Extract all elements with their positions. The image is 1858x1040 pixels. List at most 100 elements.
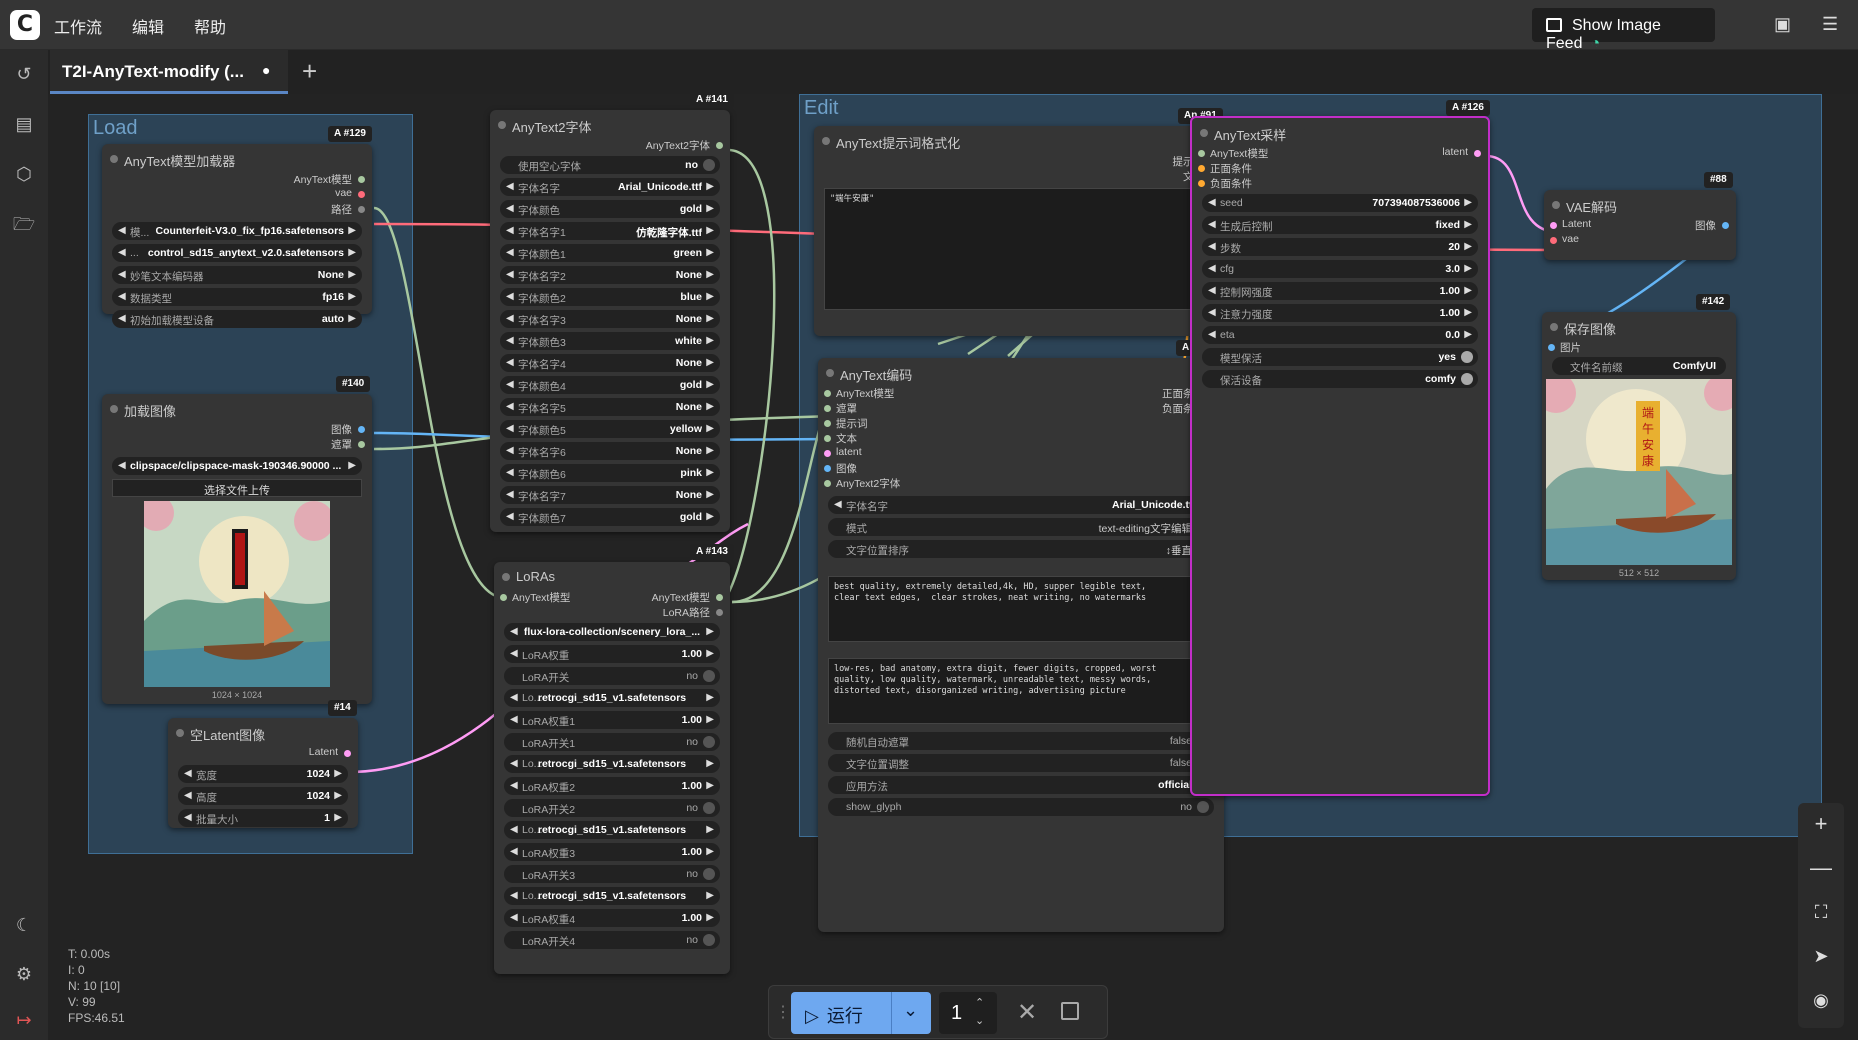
slot-dot-icon[interactable]	[358, 191, 365, 198]
node-title[interactable]: AnyText采样	[1192, 118, 1488, 146]
input-slot[interactable]: 遮罩	[818, 401, 1018, 416]
upload-button[interactable]: 选择文件上传	[112, 479, 362, 497]
node-save-image[interactable]: #142 保存图像 图片 文件名前缀 ComfyUI 端 午 安 康 512 × …	[1536, 294, 1740, 580]
node-title[interactable]: AnyText提示词格式化	[814, 126, 1224, 154]
node-anytext-prompt-format[interactable]: An #91 AnyText提示词格式化 提示词 文本 "端午安康"	[814, 108, 1224, 336]
input-slot[interactable]: latent	[818, 446, 1018, 461]
output-slot[interactable]: 路径	[102, 202, 372, 217]
node-title[interactable]: AnyText模型加载器	[102, 144, 372, 172]
widget-lora-select[interactable]: Lo...retrocgi_sd15_v1.safetensors	[504, 755, 720, 773]
widget-font-6[interactable]: 字体名字3 None	[500, 310, 720, 328]
widget-lora-select[interactable]: Lo...retrocgi_sd15_v1.safetensors	[504, 821, 720, 839]
widget-sampler-toggle[interactable]: 模型保活 yes	[1202, 348, 1478, 366]
output-slot[interactable]: Latent	[168, 746, 358, 761]
widget-font-4[interactable]: 字体名字2 None	[500, 266, 720, 284]
widget-font-14[interactable]: 字体名字7 None	[500, 486, 720, 504]
widget-lora-weight[interactable]: LoRA权重2 1.00	[504, 777, 720, 795]
positive-prompt-textarea[interactable]: best quality, extremely detailed,4k, HD,…	[828, 576, 1214, 642]
negative-prompt-textarea[interactable]: low-res, bad anatomy, extra digit, fewer…	[828, 658, 1214, 724]
widget-lora-switch[interactable]: LoRA开关4 no	[504, 931, 720, 949]
slot-dot-icon[interactable]	[358, 206, 365, 213]
widget-lora-switch[interactable]: LoRA开关3 no	[504, 865, 720, 883]
graph-canvas[interactable]: Load Edit A #129 AnyText模型加载器 AnyText模型 …	[48, 94, 1858, 1040]
slot-dot-icon[interactable]	[824, 450, 831, 457]
history-icon[interactable]: ↺	[12, 62, 36, 86]
stop-icon[interactable]	[1061, 1002, 1079, 1020]
model-library-icon[interactable]: ⬡	[12, 162, 36, 186]
widget-sampler-toggle[interactable]: 保活设备 comfy	[1202, 370, 1478, 388]
widget-lora-switch[interactable]: LoRA开关 no	[504, 667, 720, 685]
widget-sampler[interactable]: seed 707394087536006	[1202, 194, 1478, 212]
widget-image-file[interactable]: clipspace/clipspace-mask-190346.90000 ..…	[112, 457, 362, 475]
chevron-down-icon[interactable]: ⌄	[903, 1000, 918, 1021]
select-mode-icon[interactable]: ➤	[1810, 945, 1832, 967]
widget-ckpt[interactable]: 模... Counterfeit-V3.0_fix_fp16.safetensor…	[112, 222, 362, 240]
widget-lora-switch[interactable]: LoRA开关2 no	[504, 799, 720, 817]
slot-dot-icon[interactable]	[344, 750, 351, 757]
slot-dot-icon[interactable]	[824, 465, 831, 472]
run-button[interactable]: ▷ 运行 ⌄	[791, 992, 931, 1034]
input-slot[interactable]: 正面条件	[1192, 161, 1342, 176]
widget-height[interactable]: 高度 1024	[178, 787, 348, 805]
widget-sampler[interactable]: 注意力强度 1.00	[1202, 304, 1478, 322]
input-slot[interactable]: AnyText模型	[494, 590, 570, 605]
widget-lora-select[interactable]: flux-lora-collection/scenery_lora_...	[504, 623, 720, 641]
input-slot[interactable]: vae	[1544, 233, 1736, 248]
widget-encode-toggle[interactable]: 应用方法 official	[828, 776, 1214, 794]
widget-font-0[interactable]: 字体名字 Arial_Unicode.ttf	[500, 178, 720, 196]
slot-dot-icon[interactable]	[716, 594, 723, 601]
slot-dot-icon[interactable]	[358, 426, 365, 433]
widget-font-8[interactable]: 字体名字4 None	[500, 354, 720, 372]
widget-dtype[interactable]: 数据类型 fp16	[112, 288, 362, 306]
node-title[interactable]: 加载图像	[102, 394, 372, 422]
new-tab-button[interactable]: +	[302, 56, 317, 87]
output-image[interactable]: 端 午 安 康	[1536, 373, 1740, 565]
node-empty-latent[interactable]: #14 空Latent图像 Latent 宽度 1024 高度 1024 批量大小 1	[168, 700, 358, 828]
slot-dot-icon[interactable]	[824, 405, 831, 412]
hamburger-menu-icon[interactable]: ☰	[1822, 14, 1838, 35]
cancel-icon[interactable]: ✕	[1017, 998, 1037, 1027]
widget-font-name[interactable]: 字体名字 Arial_Unicode.ttf	[828, 496, 1214, 514]
widget-lora-weight[interactable]: LoRA权重4 1.00	[504, 909, 720, 927]
zoom-out-icon[interactable]: —	[1810, 857, 1832, 879]
widget-lora-weight[interactable]: LoRA权重3 1.00	[504, 843, 720, 861]
slot-dot-icon[interactable]	[824, 390, 831, 397]
slot-dot-icon[interactable]	[716, 609, 723, 616]
output-slot[interactable]: LoRA路径	[494, 605, 730, 620]
widget-font-12[interactable]: 字体名字6 None	[500, 442, 720, 460]
widget-filename-prefix[interactable]: 文件名前缀 ComfyUI	[1552, 357, 1726, 375]
slot-dot-icon[interactable]	[1722, 222, 1729, 229]
comfy-logo[interactable]: C	[10, 10, 40, 40]
slot-dot-icon[interactable]	[716, 142, 723, 149]
slot-dot-icon[interactable]	[358, 176, 365, 183]
node-load-image[interactable]: #140 加载图像 图像 遮罩 clipspace/clipspace-mask…	[102, 376, 372, 704]
widget-sampler[interactable]: eta 0.0	[1202, 326, 1478, 344]
slot-dot-icon[interactable]	[1474, 150, 1481, 157]
widget-lora-weight[interactable]: LoRA权重1 1.00	[504, 711, 720, 729]
queue-icon[interactable]: ▤	[12, 112, 36, 136]
widget-font-1[interactable]: 字体颜色 gold	[500, 200, 720, 218]
node-anytext-sampler[interactable]: A #126 AnyText采样 AnyText模型 正面条件 负面条件 laten…	[1190, 100, 1490, 796]
slot-dot-icon[interactable]	[1198, 180, 1205, 187]
node-title[interactable]: AnyText2字体	[490, 110, 730, 138]
logout-icon[interactable]: ↦	[12, 1008, 36, 1032]
input-slot[interactable]: AnyText模型	[1192, 146, 1342, 161]
output-slot[interactable]: 图像	[102, 422, 372, 437]
output-slot[interactable]: vae	[102, 187, 372, 202]
widget-hollow-font[interactable]: 使用空心字体 no	[500, 156, 720, 174]
widget-font-11[interactable]: 字体颜色5 yellow	[500, 420, 720, 438]
node-title[interactable]: VAE解码	[1544, 190, 1736, 218]
node-anytext-model-loader[interactable]: A #129 AnyText模型加载器 AnyText模型 vae 路径 模..…	[102, 126, 372, 328]
node-title[interactable]: 保存图像	[1542, 312, 1736, 340]
widget-encode-toggle[interactable]: 随机自动遮罩 false	[828, 732, 1214, 750]
widget-sampler[interactable]: cfg 3.0	[1202, 260, 1478, 278]
output-slot[interactable]: 提示词	[814, 154, 1224, 169]
toggle-panel-icon[interactable]: ▣	[1774, 14, 1791, 35]
node-anytext2-font[interactable]: A #141 AnyText2字体 AnyText2字体 使用空心字体 no 字体…	[490, 94, 734, 532]
slot-dot-icon[interactable]	[1550, 237, 1557, 244]
widget-encode-toggle[interactable]: 文字位置调整 false	[828, 754, 1214, 772]
input-slot[interactable]: 文本	[818, 431, 1018, 446]
slot-dot-icon[interactable]	[824, 435, 831, 442]
batch-count-input[interactable]: 1 ⌃ ⌄	[939, 992, 997, 1034]
output-slot[interactable]: 遮罩	[102, 437, 372, 452]
